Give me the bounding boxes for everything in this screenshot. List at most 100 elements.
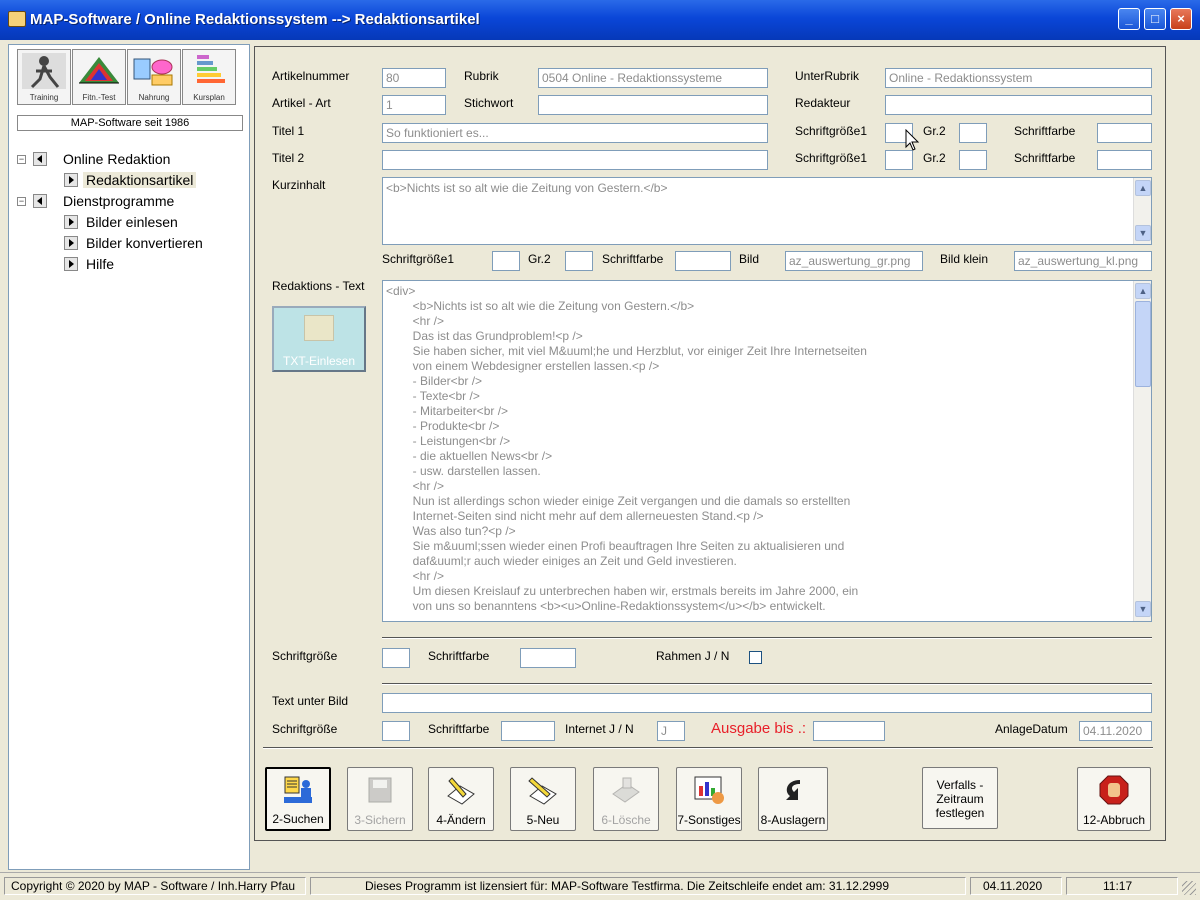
since-label: MAP-Software seit 1986 — [17, 115, 243, 131]
redaktionstext-scrollbar[interactable]: ▲ ▼ — [1133, 281, 1151, 621]
stichwort-label: Stichwort — [464, 96, 514, 110]
sonstiges-button[interactable]: 7-Sonstiges — [676, 767, 742, 831]
kurzinhalt-textarea[interactable]: <b>Nichts ist so alt wie die Zeitung von… — [382, 177, 1152, 245]
aendern-button[interactable]: 4-Ändern — [428, 767, 494, 831]
stichwort-field[interactable] — [538, 95, 768, 115]
license-text: Dieses Programm ist lizensiert für: MAP-… — [310, 877, 966, 895]
bild-klein-label: Bild klein — [940, 252, 989, 266]
txt-einlesen-button[interactable]: TXT-Einlesen — [272, 306, 366, 372]
training-tile[interactable]: Training — [17, 49, 71, 105]
rubrik-field[interactable]: 0504 Online - Redaktionssysteme — [538, 68, 768, 88]
stop-hand-icon — [1099, 775, 1129, 805]
nutrition-tile[interactable]: Nahrung — [127, 49, 181, 105]
loesche-label: 6-Lösche — [601, 813, 651, 827]
unterrubrik-field[interactable]: Online - Redaktionssystem — [885, 68, 1152, 88]
close-button[interactable]: × — [1170, 8, 1192, 30]
artikel-art-label: Artikel - Art — [272, 96, 331, 110]
divider — [382, 683, 1152, 685]
tree-item-bilder-einlesen[interactable]: Bilder einlesen — [86, 214, 178, 230]
divider — [263, 747, 1153, 749]
loesche-button[interactable]: 6-Lösche — [593, 767, 659, 831]
kurz-gr2-field[interactable] — [565, 251, 593, 271]
tree-item-redaktionsartikel[interactable]: Redaktionsartikel — [83, 172, 197, 188]
verfallszeitraum-button[interactable]: Verfalls - Zeitraum festlegen — [922, 767, 998, 829]
kurzinhalt-scrollbar[interactable]: ▲ ▼ — [1133, 178, 1151, 244]
schriftfarbe-field[interactable] — [1097, 123, 1152, 143]
redakteur-field[interactable] — [885, 95, 1152, 115]
training-label: Training — [29, 93, 59, 102]
sichern-label: 3-Sichern — [354, 813, 406, 827]
internet-field[interactable]: J — [657, 721, 685, 741]
kurz-schriftgroesse1-label: Schriftgröße1 — [382, 252, 455, 266]
maximize-button[interactable]: □ — [1144, 8, 1166, 30]
divider — [382, 637, 1152, 639]
anlagedatum-field[interactable]: 04.11.2020 — [1079, 721, 1152, 741]
artikelnummer-field[interactable]: 80 — [382, 68, 446, 88]
collapse-icon[interactable]: − — [17, 155, 26, 164]
suchen-button[interactable]: 2-Suchen — [265, 767, 331, 831]
scroll-down-icon[interactable]: ▼ — [1135, 225, 1151, 241]
article-form: Artikelnummer 80 Rubrik 0504 Online - Re… — [254, 46, 1166, 841]
gr2-field[interactable] — [959, 123, 987, 143]
aendern-label: 4-Ändern — [436, 813, 486, 827]
node-arrow-icon — [64, 257, 78, 271]
auslagern-button[interactable]: 8-Auslagern — [758, 767, 828, 831]
status-bar: Copyright © 2020 by MAP - Software / Inh… — [0, 872, 1200, 900]
tree-item-dienstprogramme[interactable]: Dienstprogramme — [63, 193, 174, 209]
schriftfarbe-label-2: Schriftfarbe — [1014, 151, 1076, 165]
rahmen-checkbox[interactable] — [749, 651, 762, 664]
training-icon — [22, 53, 66, 89]
schriftgroesse-field-2[interactable] — [382, 721, 410, 741]
abbruch-button[interactable]: 12-Abbruch — [1077, 767, 1151, 831]
kurz-schriftfarbe-field[interactable] — [675, 251, 731, 271]
scroll-thumb[interactable] — [1135, 301, 1151, 387]
schriftfarbe-label-4: Schriftfarbe — [428, 722, 490, 736]
schriftgroesse1-label-2: Schriftgröße1 — [795, 151, 868, 165]
schriftgroesse-field[interactable] — [382, 648, 410, 668]
artikel-art-field[interactable]: 1 — [382, 95, 446, 115]
bild-klein-field[interactable]: az_auswertung_kl.png — [1014, 251, 1152, 271]
save-icon — [368, 777, 392, 803]
course-plan-icon — [197, 55, 225, 83]
redakteur-label: Redakteur — [795, 96, 851, 110]
minimize-button[interactable]: _ — [1118, 8, 1140, 30]
scroll-up-icon[interactable]: ▲ — [1135, 283, 1151, 299]
scroll-down-icon[interactable]: ▼ — [1135, 601, 1151, 617]
copyright-text: Copyright © 2020 by MAP - Software / Inh… — [4, 877, 306, 895]
schriftgroesse-label: Schriftgröße — [272, 649, 338, 663]
tree-item-online-redaktion[interactable]: Online Redaktion — [63, 151, 170, 167]
neu-label: 5-Neu — [526, 813, 560, 827]
neu-button[interactable]: 5-Neu — [510, 767, 576, 831]
bild-field[interactable]: az_auswertung_gr.png — [785, 251, 923, 271]
tree-item-hilfe[interactable]: Hilfe — [86, 256, 114, 272]
schriftfarbe-field-2[interactable] — [1097, 150, 1152, 170]
nutrition-label: Nahrung — [138, 93, 170, 102]
node-arrow-icon — [64, 236, 78, 250]
gr2-field-2[interactable] — [959, 150, 987, 170]
abbruch-label: 12-Abbruch — [1082, 813, 1146, 827]
gr2-label: Gr.2 — [923, 124, 946, 138]
folder-arrow-icon — [33, 152, 47, 166]
bild-label: Bild — [739, 252, 760, 266]
redaktionstext-label: Redaktions - Text — [272, 279, 365, 293]
titel1-field[interactable]: So funktioniert es... — [382, 123, 768, 143]
window-title: MAP-Software / Online Redaktionssystem -… — [30, 11, 480, 28]
text-unter-bild-field[interactable] — [382, 693, 1152, 713]
schriftfarbe-field-3[interactable] — [520, 648, 576, 668]
redaktionstext-textarea[interactable]: <div> <b>Nichts ist so alt wie die Zeitu… — [382, 280, 1152, 622]
app-icon — [8, 11, 26, 27]
resize-grip-icon[interactable] — [1182, 881, 1196, 895]
schriftgroesse1-field-2[interactable] — [885, 150, 913, 170]
sichern-button[interactable]: 3-Sichern — [347, 767, 413, 831]
tree-item-bilder-konvertieren[interactable]: Bilder konvertieren — [86, 235, 203, 251]
collapse-icon[interactable]: − — [17, 197, 26, 206]
course-plan-tile[interactable]: Kursplan — [182, 49, 236, 105]
schriftfarbe-field-4[interactable] — [501, 721, 555, 741]
ausgabe-field[interactable] — [813, 721, 885, 741]
scroll-up-icon[interactable]: ▲ — [1135, 180, 1151, 196]
titel2-field[interactable] — [382, 150, 768, 170]
mouse-cursor-icon — [905, 129, 920, 151]
title-bar[interactable]: MAP-Software / Online Redaktionssystem -… — [0, 0, 1200, 40]
kurz-schriftgroesse1-field[interactable] — [492, 251, 520, 271]
fitness-test-tile[interactable]: Fitn.-Test — [72, 49, 126, 105]
